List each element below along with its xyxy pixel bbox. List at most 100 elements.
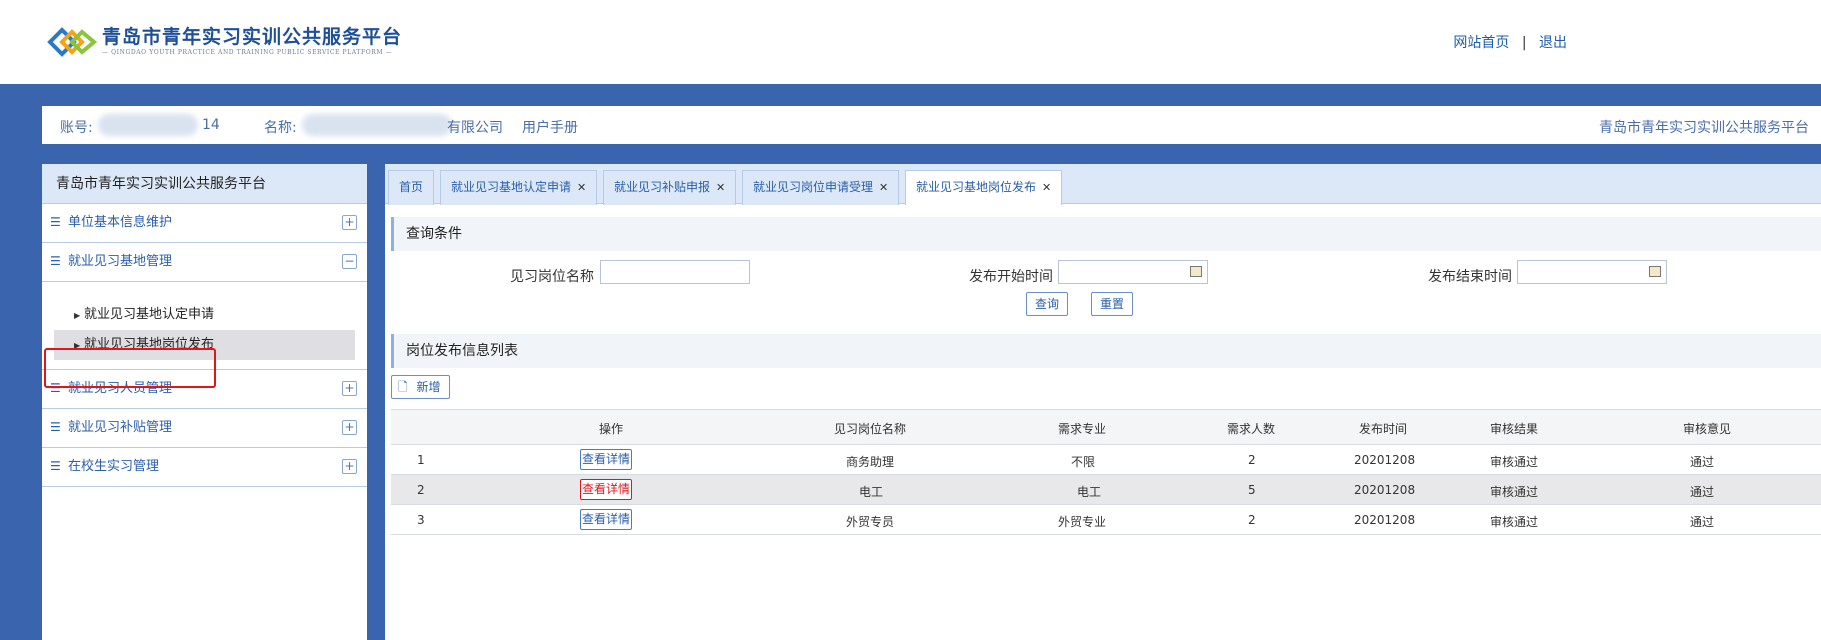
close-icon[interactable]: ✕ <box>577 181 586 194</box>
table-header: 操作 见习岗位名称 需求专业 需求人数 发布时间 审核结果 审核意见 <box>391 409 1821 445</box>
expand-icon[interactable]: + <box>342 420 357 435</box>
column-header: 需求专业 <box>1058 422 1107 436</box>
tab-label: 就业见习基地岗位发布 <box>916 180 1037 194</box>
start-time-input[interactable] <box>1058 260 1208 284</box>
view-details-button[interactable]: 查看详情 <box>580 509 632 530</box>
sidebar-menu-student-internship[interactable]: ☰ 在校生实习管理 + <box>42 448 367 487</box>
sidebar-menu-subsidy[interactable]: ☰ 就业见习补贴管理 + <box>42 409 367 448</box>
tab-label: 就业见习基地认定申请 <box>451 180 572 194</box>
required-count: 2 <box>1248 453 1256 467</box>
publish-date: 20201208 <box>1354 453 1416 467</box>
column-header: 见习岗位名称 <box>834 422 907 436</box>
add-button[interactable]: 🗋 新增 <box>391 375 450 399</box>
account-suffix: 14 <box>202 117 220 133</box>
sidebar-item-label: 就业见习基地认定申请 <box>84 307 215 322</box>
row-number: 3 <box>417 513 425 527</box>
tab-position-application[interactable]: 就业见习岗位申请受理 ✕ <box>742 170 900 205</box>
tab-label: 就业见习补贴申报 <box>614 180 711 194</box>
expand-icon[interactable]: + <box>342 381 357 396</box>
query-panel-heading: 查询条件 <box>391 217 1821 251</box>
main-content: 首页 就业见习基地认定申请 ✕ 就业见习补贴申报 ✕ 就业见习岗位申请受理 ✕ 就业见… <box>385 164 1821 640</box>
close-icon[interactable]: ✕ <box>879 181 888 194</box>
home-link[interactable]: 网站首页 <box>1453 35 1509 51</box>
account-label: 账号: <box>60 120 93 136</box>
reset-button[interactable]: 重置 <box>1091 292 1133 316</box>
logout-link[interactable]: 退出 <box>1539 35 1567 51</box>
review-result: 审核通过 <box>1490 455 1539 469</box>
sidebar-menu-base-management[interactable]: ☰ 就业见习基地管理 − <box>42 243 367 282</box>
site-logo[interactable]: 青岛市青年实习实训公共服务平台 — QINGDAO YOUTH PRACTICE… <box>46 22 402 62</box>
add-document-icon: 🗋 <box>398 380 408 394</box>
tab-position-publish[interactable]: 就业见习基地岗位发布 ✕ <box>905 170 1063 205</box>
collapse-icon[interactable]: − <box>342 254 357 269</box>
sidebar-menu-label: 在校生实习管理 <box>68 459 160 474</box>
position-name: 外贸专员 <box>846 515 895 529</box>
column-header: 审核意见 <box>1683 422 1732 436</box>
row-number: 2 <box>417 483 425 497</box>
user-manual-link[interactable]: 用户手册 <box>522 117 578 137</box>
column-header: 操作 <box>599 422 624 436</box>
view-details-button[interactable]: 查看详情 <box>580 479 632 500</box>
review-opinion: 通过 <box>1690 485 1715 499</box>
list-panel-heading: 岗位发布信息列表 <box>391 334 1821 368</box>
list-icon: ☰ <box>50 215 61 229</box>
sidebar-menu-label: 单位基本信息维护 <box>68 215 173 230</box>
review-result: 审核通过 <box>1490 485 1539 499</box>
site-header: 青岛市青年实习实训公共服务平台 — QINGDAO YOUTH PRACTICE… <box>0 0 1821 84</box>
position-name-input[interactable] <box>600 260 750 284</box>
sidebar-menu-label: 就业见习补贴管理 <box>68 420 173 435</box>
name-suffix: 有限公司 <box>447 120 503 136</box>
publish-date: 20201208 <box>1354 513 1416 527</box>
logo-diamond-icon <box>47 27 98 57</box>
review-opinion: 通过 <box>1690 515 1715 529</box>
red-highlight-box <box>44 348 216 388</box>
table-row: 3 查看详情 外贸专员 外贸专业 2 20201208 审核通过 通过 <box>391 505 1821 535</box>
column-header: 需求人数 <box>1227 422 1276 436</box>
expand-icon[interactable]: + <box>342 215 357 230</box>
tab-label: 首页 <box>399 180 424 194</box>
position-name: 商务助理 <box>846 455 895 469</box>
sidebar-menu-unit-info[interactable]: ☰ 单位基本信息维护 + <box>42 204 367 243</box>
top-links: 网站首页 | 退出 <box>1449 32 1571 52</box>
tab-bar: 首页 就业见习基地认定申请 ✕ 就业见习补贴申报 ✕ 就业见习岗位申请受理 ✕ 就业见… <box>385 164 1821 205</box>
required-count: 2 <box>1248 513 1256 527</box>
account-value-redacted <box>98 114 198 136</box>
account-info-bar: 账号: 14 名称: 有限公司 用户手册 青岛市青年实习实训公共服务平台 <box>42 106 1821 144</box>
column-header: 审核结果 <box>1490 422 1539 436</box>
end-time-input[interactable] <box>1517 260 1667 284</box>
required-major: 不限 <box>1071 455 1096 469</box>
caret-right-icon: ▶ <box>74 311 81 320</box>
review-result: 审核通过 <box>1490 515 1539 529</box>
position-name-label: 见习岗位名称 <box>510 269 594 285</box>
site-title: 青岛市青年实习实训公共服务平台 <box>102 26 403 48</box>
tab-subsidy-declare[interactable]: 就业见习补贴申报 ✕ <box>603 170 737 205</box>
review-opinion: 通过 <box>1690 455 1715 469</box>
tab-home[interactable]: 首页 <box>388 170 435 205</box>
sidebar-menu-label: 就业见习基地管理 <box>68 254 173 269</box>
list-icon: ☰ <box>50 420 61 434</box>
expand-icon[interactable]: + <box>342 459 357 474</box>
search-button[interactable]: 查询 <box>1026 292 1068 316</box>
start-time-label: 发布开始时间 <box>969 269 1053 285</box>
publish-date: 20201208 <box>1354 483 1416 497</box>
tab-base-certification[interactable]: 就业见习基地认定申请 ✕ <box>440 170 598 205</box>
close-icon[interactable]: ✕ <box>1042 181 1051 194</box>
calendar-icon[interactable] <box>1649 266 1661 277</box>
list-icon: ☰ <box>50 459 61 473</box>
position-name: 电工 <box>859 485 884 499</box>
required-major: 外贸专业 <box>1058 515 1107 529</box>
sidebar-item-base-certification[interactable]: ▶ 就业见习基地认定申请 <box>54 300 355 330</box>
name-label: 名称: <box>264 120 297 136</box>
link-separator: | <box>1521 35 1527 51</box>
calendar-icon[interactable] <box>1190 266 1202 277</box>
close-icon[interactable]: ✕ <box>716 181 725 194</box>
platform-name: 青岛市青年实习实训公共服务平台 <box>1599 120 1809 136</box>
tab-label: 就业见习岗位申请受理 <box>753 180 874 194</box>
table-row: 2 查看详情 电工 电工 5 20201208 审核通过 通过 <box>391 475 1821 505</box>
table-row: 1 查看详情 商务助理 不限 2 20201208 审核通过 通过 <box>391 445 1821 475</box>
view-details-button[interactable]: 查看详情 <box>580 449 632 470</box>
end-time-label: 发布结束时间 <box>1428 269 1512 285</box>
name-value-redacted <box>302 114 452 136</box>
row-number: 1 <box>417 453 425 467</box>
sidebar-title: 青岛市青年实习实训公共服务平台 <box>42 164 367 204</box>
